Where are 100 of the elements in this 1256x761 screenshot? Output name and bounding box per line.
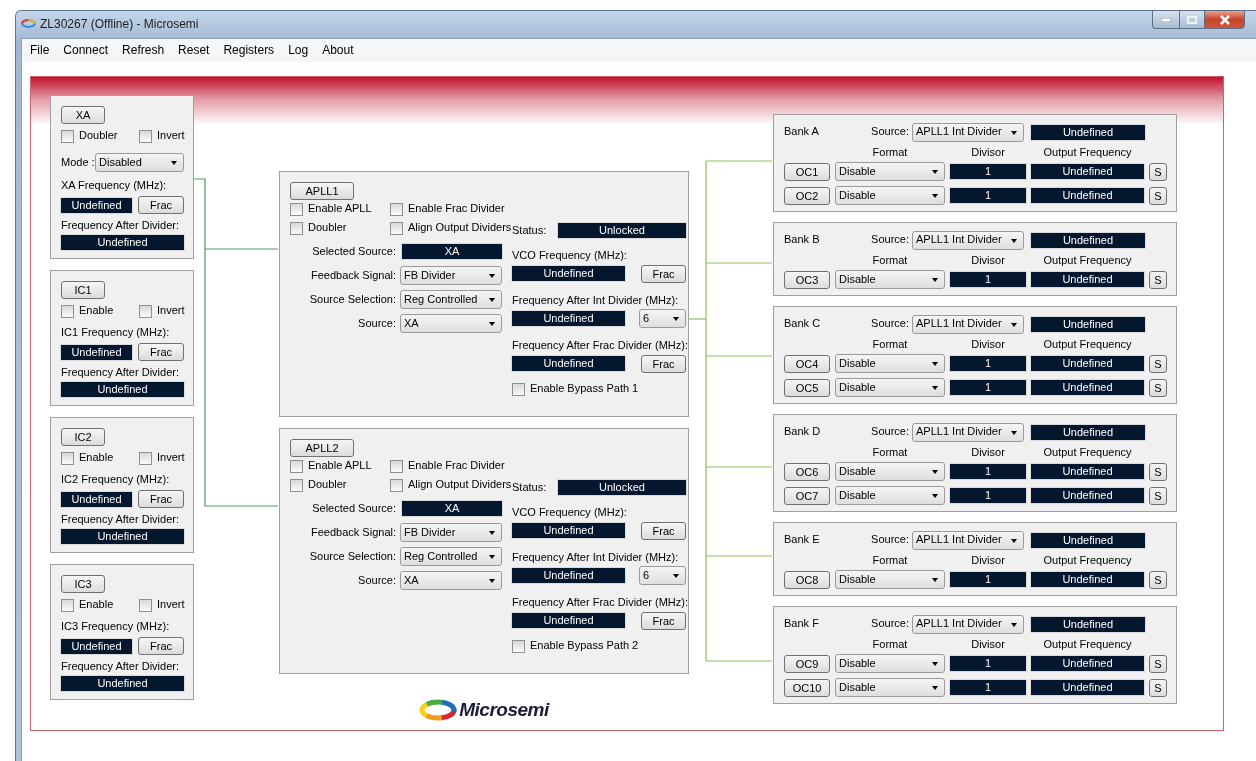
source-button[interactable]: IC1: [61, 281, 105, 299]
format-dropdown[interactable]: Disable: [835, 270, 945, 289]
format-dropdown[interactable]: Disable: [835, 186, 945, 205]
menu-item[interactable]: Reset: [171, 43, 217, 58]
frequency-display: Undefined: [61, 529, 184, 544]
menu-item[interactable]: File: [23, 43, 57, 58]
s-button[interactable]: S: [1149, 462, 1167, 481]
field-label: Source:: [871, 425, 910, 439]
divisor-display: 1: [950, 488, 1026, 503]
setting-dropdown[interactable]: XA: [400, 571, 502, 590]
source-dropdown[interactable]: APLL1 Int Divider: [912, 530, 1024, 550]
frequency-display: Undefined: [512, 311, 625, 326]
frequency-display: Undefined: [1031, 424, 1145, 440]
apll-button[interactable]: APLL1: [290, 182, 354, 200]
frac-button[interactable]: Frac: [138, 196, 184, 214]
menu-item[interactable]: Log: [281, 43, 316, 58]
output-button[interactable]: OC3: [784, 270, 830, 289]
menu-item[interactable]: Registers: [216, 43, 282, 58]
format-dropdown[interactable]: Disable: [835, 378, 945, 397]
frac-button[interactable]: Frac: [138, 637, 184, 655]
frac-button[interactable]: Frac: [641, 354, 686, 373]
setting-dropdown[interactable]: Reg Controlled: [400, 290, 502, 309]
format-dropdown[interactable]: Disable: [835, 462, 945, 481]
output-button[interactable]: OC6: [784, 462, 830, 481]
format-dropdown[interactable]: Disable: [835, 654, 945, 673]
frequency-display: Undefined: [61, 491, 132, 507]
checkbox-label: Enable Bypass Path 2: [530, 639, 639, 653]
divisor-display: 1: [950, 656, 1026, 671]
output-button[interactable]: OC10: [784, 678, 830, 697]
frequency-display: Undefined: [512, 523, 625, 538]
field-label: IC1 Frequency (MHz):: [61, 325, 171, 339]
setting-dropdown[interactable]: FB Divider: [400, 266, 502, 285]
menu-item[interactable]: Refresh: [115, 43, 172, 58]
source-button[interactable]: IC2: [61, 428, 105, 446]
format-dropdown[interactable]: Disable: [835, 678, 945, 697]
frequency-display: Undefined: [1031, 380, 1144, 395]
column-header: Divisor: [970, 145, 1006, 160]
format-dropdown[interactable]: Disable: [835, 354, 945, 373]
mode-dropdown[interactable]: Disabled: [95, 153, 184, 172]
s-button[interactable]: S: [1149, 486, 1167, 505]
frac-button[interactable]: Frac: [138, 343, 184, 361]
source-dropdown[interactable]: APLL1 Int Divider: [912, 314, 1024, 334]
frequency-display: Undefined: [1031, 316, 1145, 332]
field-label: Source:: [871, 125, 910, 139]
frac-button[interactable]: Frac: [641, 264, 686, 283]
source-dropdown[interactable]: APLL1 Int Divider: [912, 422, 1024, 442]
s-button[interactable]: S: [1149, 162, 1167, 181]
field-label: Frequency After Int Divider (MHz):: [512, 550, 680, 564]
field-label: Frequency After Divider:: [61, 512, 180, 526]
source-dropdown[interactable]: APLL1 Int Divider: [912, 614, 1024, 634]
frequency-display: Undefined: [512, 266, 625, 281]
output-button[interactable]: OC5: [784, 378, 830, 397]
s-button[interactable]: S: [1149, 654, 1167, 673]
checkbox-label: Enable Frac Divider: [408, 202, 505, 216]
frac-button[interactable]: Frac: [641, 611, 686, 630]
column-header: Format: [871, 145, 909, 160]
frac-button[interactable]: Frac: [641, 521, 686, 540]
s-button[interactable]: S: [1149, 570, 1167, 589]
s-button[interactable]: S: [1149, 354, 1167, 373]
s-button[interactable]: S: [1149, 378, 1167, 397]
column-header: Format: [871, 637, 909, 652]
window-title: ZL30267 (Offline) - Microsemi: [40, 17, 199, 32]
format-dropdown[interactable]: Disable: [835, 486, 945, 505]
field-label: Source Selection:: [308, 549, 397, 564]
divisor-display: 1: [950, 464, 1026, 479]
checkbox-label: Enable: [79, 304, 114, 318]
frac-button[interactable]: Frac: [138, 490, 184, 508]
source-button[interactable]: IC3: [61, 575, 105, 593]
source-button[interactable]: XA: [61, 106, 105, 124]
setting-dropdown[interactable]: FB Divider: [400, 523, 502, 542]
s-button[interactable]: S: [1149, 678, 1167, 697]
source-dropdown[interactable]: APLL1 Int Divider: [912, 122, 1024, 142]
frequency-display: Undefined: [61, 197, 132, 213]
field-label: Status:: [512, 480, 547, 495]
menu-item[interactable]: About: [315, 43, 361, 58]
output-button[interactable]: OC4: [784, 354, 830, 373]
divider-dropdown[interactable]: 6: [639, 309, 686, 328]
output-button[interactable]: OC9: [784, 654, 830, 673]
field-label: Feedback Signal:: [310, 268, 397, 283]
apll-button[interactable]: APLL2: [290, 439, 354, 457]
output-button[interactable]: OC7: [784, 486, 830, 505]
s-button[interactable]: S: [1149, 186, 1167, 205]
menu-item[interactable]: Connect: [56, 43, 116, 58]
column-header: Output Frequency: [1042, 337, 1133, 352]
output-button[interactable]: OC1: [784, 162, 830, 181]
frequency-display: Undefined: [512, 568, 625, 583]
checkbox-label: Doubler: [79, 129, 118, 143]
output-button[interactable]: OC8: [784, 570, 830, 589]
setting-dropdown[interactable]: Reg Controlled: [400, 547, 502, 566]
output-button[interactable]: OC2: [784, 186, 830, 205]
frequency-display: Undefined: [512, 356, 625, 371]
field-label: Feedback Signal:: [310, 525, 397, 540]
format-dropdown[interactable]: Disable: [835, 570, 945, 589]
s-button[interactable]: S: [1149, 270, 1167, 289]
divider-dropdown[interactable]: 6: [639, 566, 686, 585]
format-dropdown[interactable]: Disable: [835, 162, 945, 181]
divisor-display: 1: [950, 272, 1026, 287]
source-display: XA: [402, 244, 502, 259]
setting-dropdown[interactable]: XA: [400, 314, 502, 333]
source-dropdown[interactable]: APLL1 Int Divider: [912, 230, 1024, 250]
